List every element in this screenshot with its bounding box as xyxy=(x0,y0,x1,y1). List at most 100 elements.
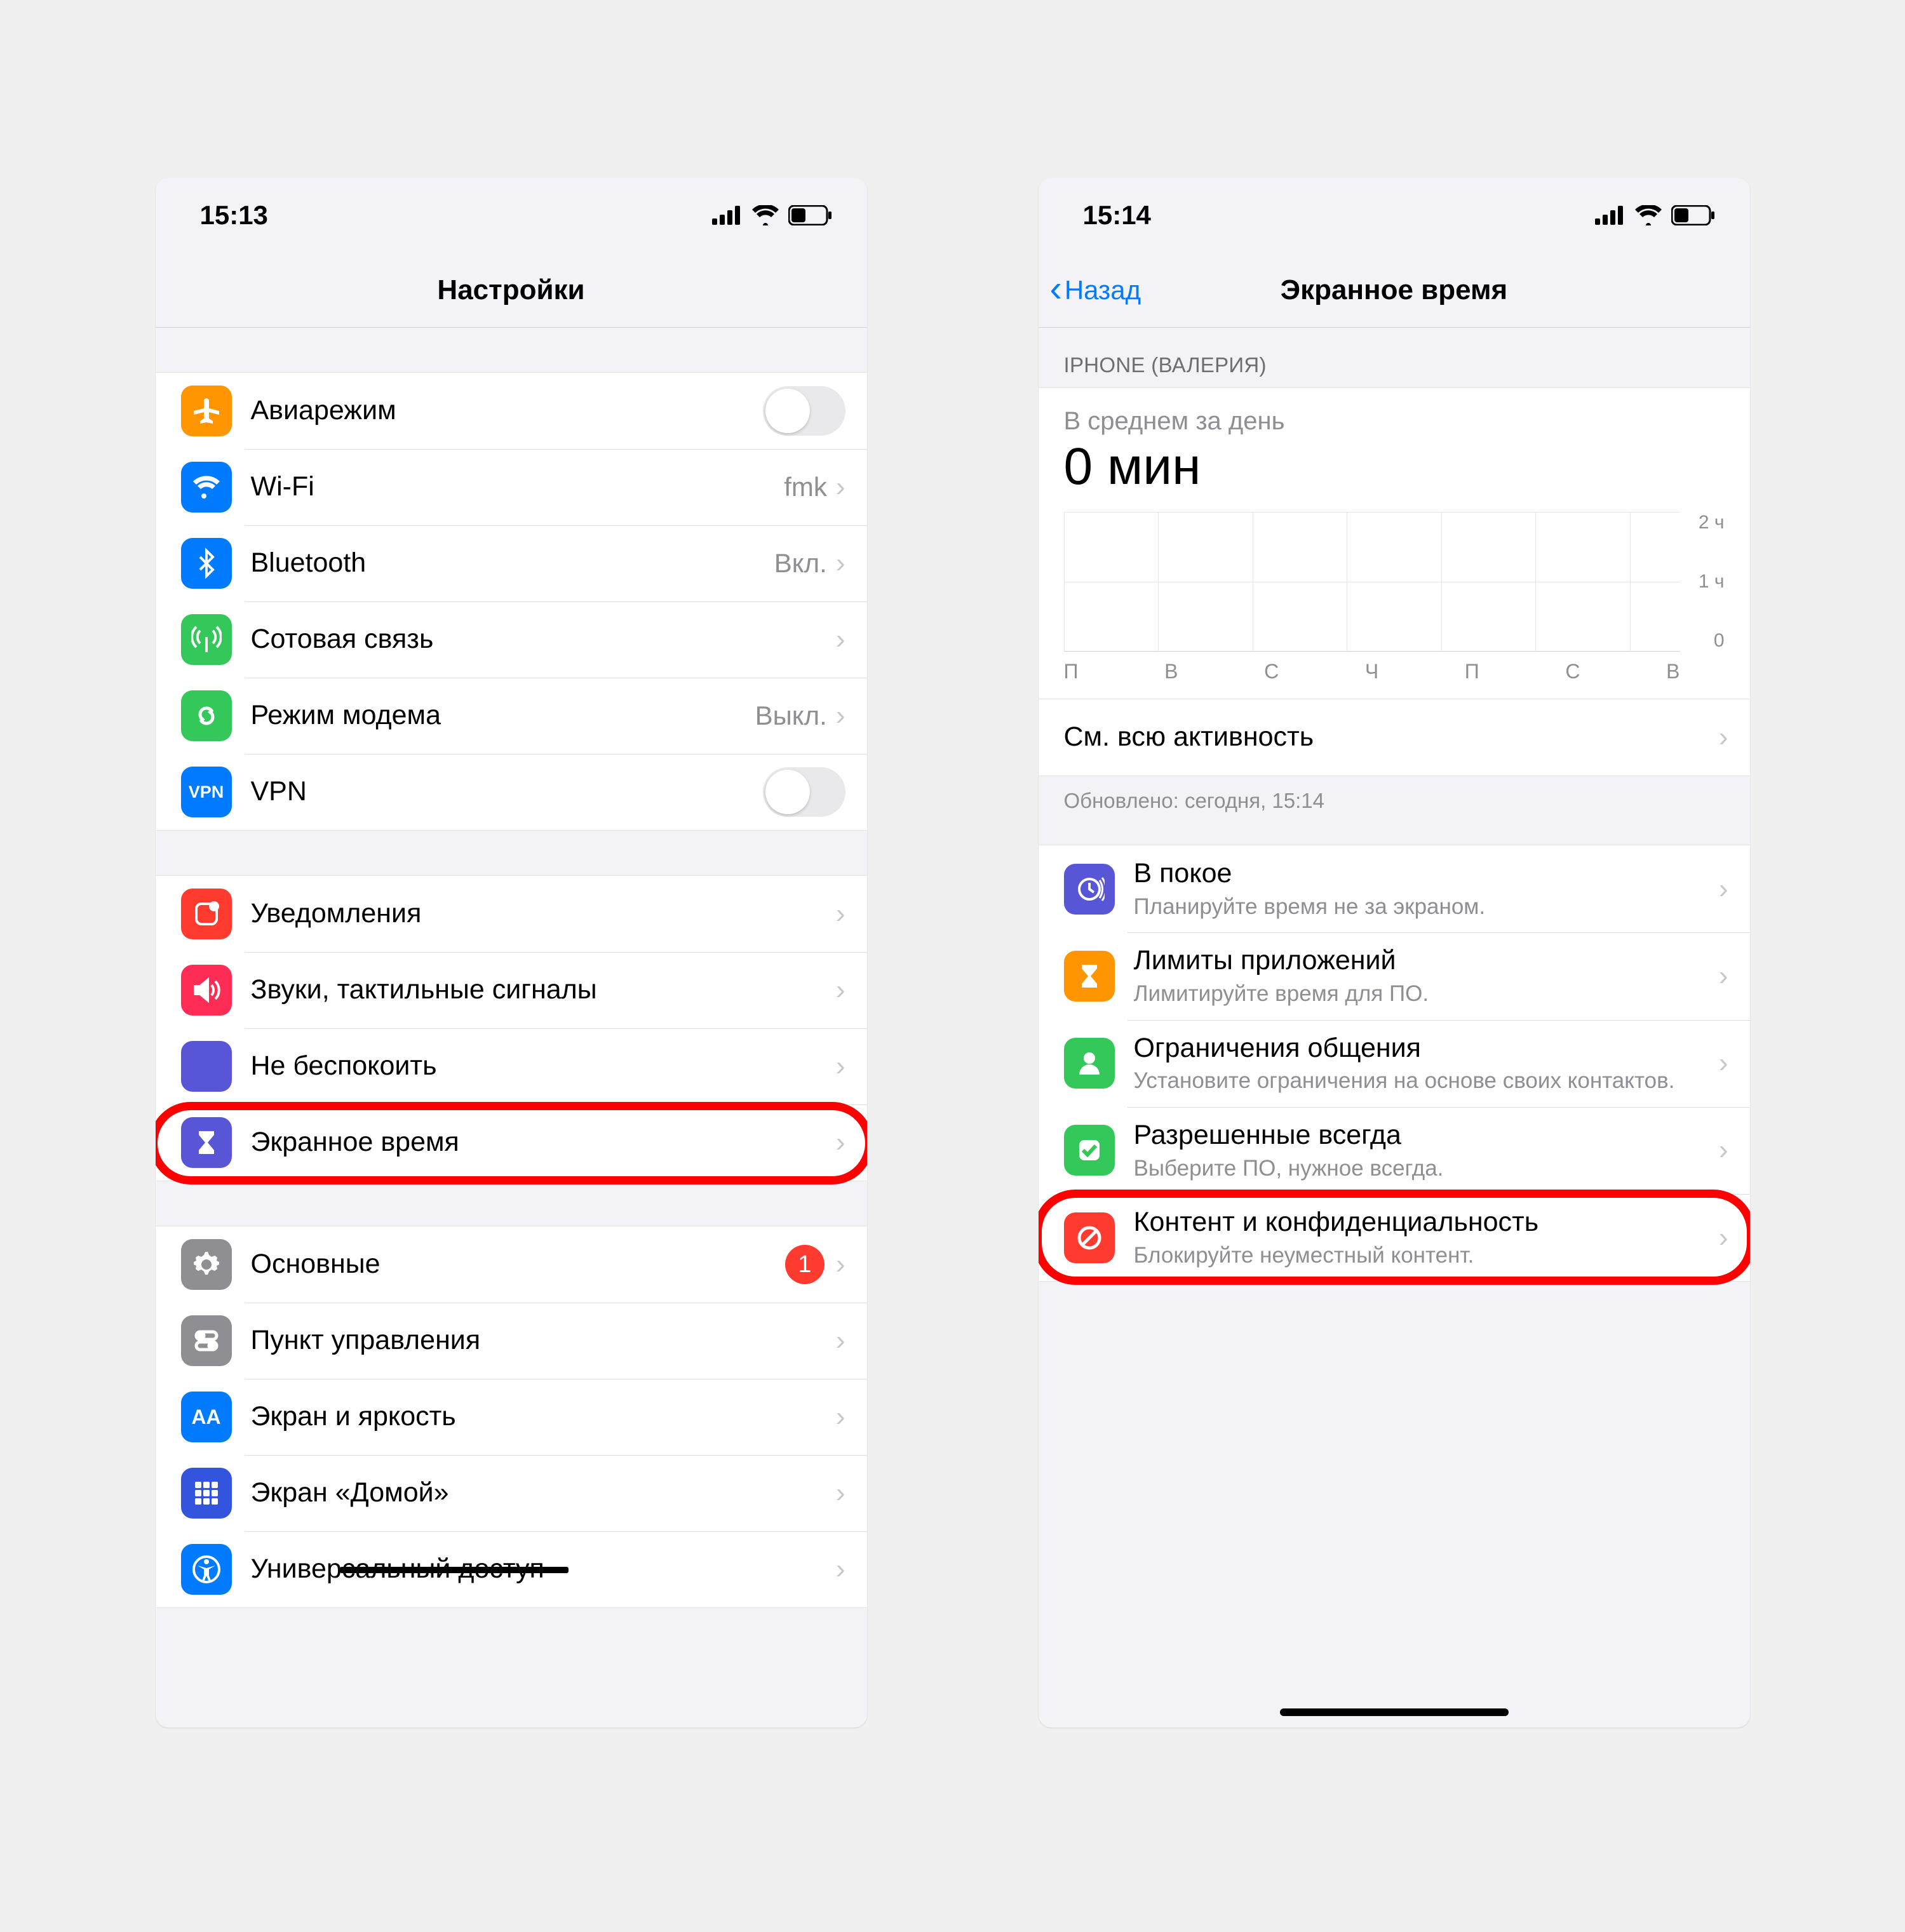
bluetooth-icon xyxy=(181,538,232,589)
navbar-title: Экранное время xyxy=(1281,274,1507,306)
row-hotspot[interactable]: Режим модема Выкл. › xyxy=(156,678,867,754)
chevron-right-icon: › xyxy=(1719,1047,1728,1079)
row-display[interactable]: AA Экран и яркость › xyxy=(156,1379,867,1455)
row-subtitle: Блокируйте неуместный контент. xyxy=(1134,1241,1719,1270)
row-detail: fmk xyxy=(784,472,827,502)
row-bluetooth[interactable]: Bluetooth Вкл. › xyxy=(156,525,867,601)
usage-chart: 2 ч 1 ч 0 П В С Ч П С В xyxy=(1064,512,1725,683)
settings-list[interactable]: Авиарежим Wi-Fi fmk › Bluetooth Вкл. › С… xyxy=(156,328,867,1727)
row-subtitle: Планируйте время не за экраном. xyxy=(1134,892,1719,922)
row-title: Звуки, тактильные сигналы xyxy=(251,973,836,1007)
hourglass-icon xyxy=(1064,951,1115,1002)
chevron-right-icon: › xyxy=(1719,1222,1728,1254)
row-control-center[interactable]: Пункт управления › xyxy=(156,1303,867,1379)
chevron-right-icon: › xyxy=(836,471,845,503)
status-indicators xyxy=(1595,205,1716,225)
home-indicator[interactable] xyxy=(1280,1708,1509,1716)
chevron-right-icon: › xyxy=(1719,960,1728,992)
y-tick: 0 xyxy=(1684,630,1725,652)
x-tick: В xyxy=(1164,660,1178,683)
row-title: Основные xyxy=(251,1247,785,1282)
nosign-icon xyxy=(1064,1212,1115,1263)
row-commlimits[interactable]: Ограничения общения Установите ограничен… xyxy=(1039,1020,1750,1107)
hourglass-icon xyxy=(181,1117,232,1168)
row-title: См. всю активность xyxy=(1064,720,1719,755)
chevron-right-icon: › xyxy=(836,1401,845,1433)
row-homescreen[interactable]: Экран «Домой» › xyxy=(156,1455,867,1531)
usage-chart-card[interactable]: В среднем за день 0 мин 2 ч 1 ч 0 xyxy=(1039,387,1750,699)
chevron-right-icon: › xyxy=(836,974,845,1006)
chevron-right-icon: › xyxy=(1719,721,1728,753)
vpn-toggle[interactable] xyxy=(763,767,845,817)
row-airplane[interactable]: Авиарежим xyxy=(156,373,867,449)
row-accessibility[interactable]: Универсальный доступ › xyxy=(156,1531,867,1607)
row-title: Уведомления xyxy=(251,897,836,931)
wifi-status-icon xyxy=(751,205,779,225)
battery-icon xyxy=(788,205,833,225)
row-title: Ограничения общения xyxy=(1134,1031,1719,1066)
row-title: Режим модема xyxy=(251,699,755,733)
row-vpn[interactable]: VPN VPN xyxy=(156,754,867,830)
row-see-all[interactable]: См. всю активность › xyxy=(1039,699,1750,775)
x-tick: Ч xyxy=(1365,660,1378,683)
status-time: 15:13 xyxy=(200,200,268,231)
battery-icon xyxy=(1671,205,1716,225)
person-icon xyxy=(1064,1038,1115,1089)
row-title: Пункт управления xyxy=(251,1324,836,1358)
row-title: Wi-Fi xyxy=(251,470,784,504)
row-applimits[interactable]: Лимиты приложений Лимитируйте время для … xyxy=(1039,932,1750,1019)
group-general: Основные 1 › Пункт управления › AA Экран… xyxy=(156,1226,867,1608)
row-always-allowed[interactable]: Разрешенные всегда Выберите ПО, нужное в… xyxy=(1039,1107,1750,1194)
x-tick: С xyxy=(1264,660,1279,683)
y-tick: 1 ч xyxy=(1684,571,1725,593)
grid-icon xyxy=(181,1468,232,1519)
settings-screen: 15:13 Настройки Авиарежим Wi-Fi fmk › xyxy=(156,178,867,1727)
gear-icon xyxy=(181,1239,232,1290)
row-title: Лимиты приложений xyxy=(1134,944,1719,978)
see-all-activity: См. всю активность › xyxy=(1039,699,1750,776)
chevron-right-icon: › xyxy=(836,1477,845,1509)
chevron-right-icon: › xyxy=(836,898,845,930)
row-title: Экран «Домой» xyxy=(251,1476,836,1510)
navbar: Настройки xyxy=(156,253,867,328)
wifi-icon xyxy=(181,462,232,513)
x-tick: В xyxy=(1666,660,1679,683)
row-title: В покое xyxy=(1134,857,1719,891)
airplane-icon xyxy=(181,386,232,436)
row-general[interactable]: Основные 1 › xyxy=(156,1226,867,1303)
redaction-bar xyxy=(340,1567,569,1573)
x-tick: С xyxy=(1565,660,1580,683)
row-downtime[interactable]: В покое Планируйте время не за экраном. … xyxy=(1039,845,1750,932)
device-header: IPHONE (ВАЛЕРИЯ) xyxy=(1039,328,1750,387)
x-tick: П xyxy=(1064,660,1079,683)
row-notifications[interactable]: Уведомления › xyxy=(156,876,867,952)
row-dnd[interactable]: Не беспокоить › xyxy=(156,1028,867,1104)
row-wifi[interactable]: Wi-Fi fmk › xyxy=(156,449,867,525)
textsize-icon: AA xyxy=(181,1392,232,1442)
row-title: Разрешенные всегда xyxy=(1134,1118,1719,1153)
avg-label: В среднем за день xyxy=(1064,407,1725,436)
chevron-right-icon: › xyxy=(836,700,845,732)
switches-icon xyxy=(181,1315,232,1366)
group-alerts: Уведомления › Звуки, тактильные сигналы … xyxy=(156,875,867,1181)
status-bar: 15:13 xyxy=(156,178,867,253)
row-content-privacy[interactable]: Контент и конфиденциальность Блокируйте … xyxy=(1039,1194,1750,1281)
row-title: Сотовая связь xyxy=(251,622,836,657)
back-label: Назад xyxy=(1065,275,1141,305)
status-time: 15:14 xyxy=(1083,200,1151,231)
row-sounds[interactable]: Звуки, тактильные сигналы › xyxy=(156,952,867,1028)
wifi-status-icon xyxy=(1634,205,1662,225)
airplane-toggle[interactable] xyxy=(763,386,845,436)
row-subtitle: Установите ограничения на основе своих к… xyxy=(1134,1066,1719,1096)
row-screentime[interactable]: Экранное время › xyxy=(156,1104,867,1181)
screentime-options: В покое Планируйте время не за экраном. … xyxy=(1039,845,1750,1282)
back-button[interactable]: ‹ Назад xyxy=(1050,253,1141,327)
row-cellular[interactable]: Сотовая связь › xyxy=(156,601,867,678)
screentime-content[interactable]: IPHONE (ВАЛЕРИЯ) В среднем за день 0 мин… xyxy=(1039,328,1750,1727)
chevron-right-icon: › xyxy=(836,1050,845,1082)
badge: 1 xyxy=(785,1245,825,1284)
row-subtitle: Выберите ПО, нужное всегда. xyxy=(1134,1154,1719,1183)
avg-value: 0 мин xyxy=(1064,437,1725,497)
row-detail: Выкл. xyxy=(755,701,827,731)
chevron-right-icon: › xyxy=(836,1325,845,1357)
